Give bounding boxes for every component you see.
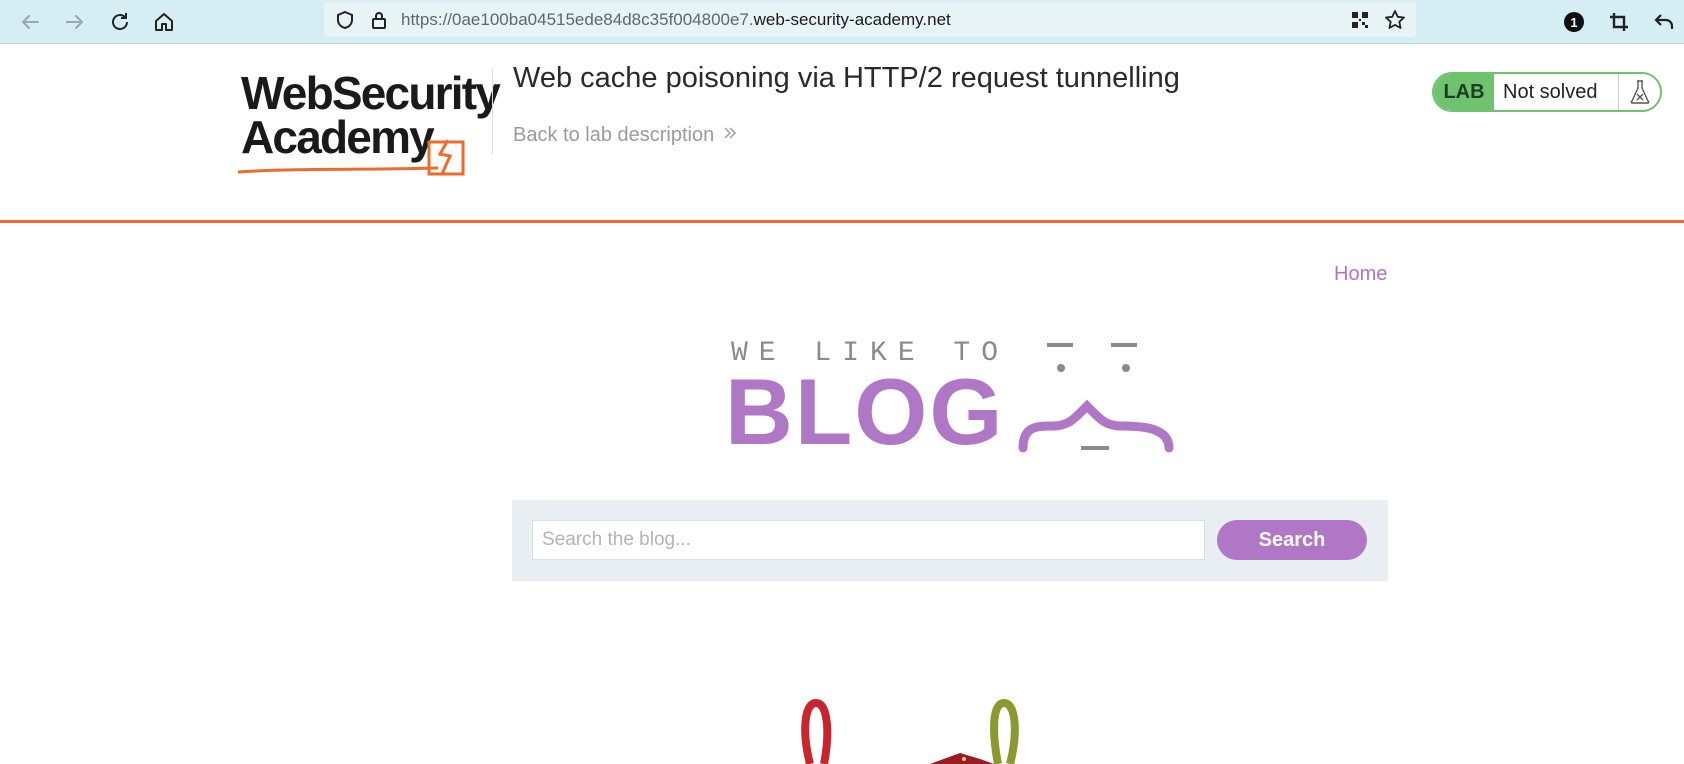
back-arrow-icon[interactable] xyxy=(14,6,46,38)
extension-badge-icon[interactable]: 1 xyxy=(1558,6,1590,38)
notification-count: 1 xyxy=(1570,15,1577,30)
search-button[interactable]: Search xyxy=(1217,520,1367,560)
blog-face-icon xyxy=(1018,343,1174,453)
search-panel: Search xyxy=(512,500,1388,581)
lab-badge: LAB xyxy=(1434,74,1494,110)
lab-status-text: Not solved xyxy=(1503,80,1598,103)
search-input[interactable] xyxy=(532,520,1205,560)
nav-home-link[interactable]: Home xyxy=(1334,263,1387,286)
header-divider xyxy=(492,68,493,154)
browser-toolbar: https://0ae100ba04515ede84d8c35f004800e7… xyxy=(0,0,1684,44)
lock-icon[interactable] xyxy=(368,9,390,31)
home-icon[interactable] xyxy=(148,6,180,38)
christmas-ornament-image-icon xyxy=(801,698,1019,764)
shield-icon[interactable] xyxy=(334,9,356,31)
lab-title: Web cache poisoning via HTTP/2 request t… xyxy=(513,62,1180,94)
url-prefix: https://0ae100ba04515ede84d8c35f004800e7… xyxy=(401,10,754,29)
undo-arrow-icon[interactable] xyxy=(1648,6,1680,38)
address-bar[interactable]: https://0ae100ba04515ede84d8c35f004800e7… xyxy=(324,2,1416,37)
reload-icon[interactable] xyxy=(104,6,136,38)
qr-code-icon[interactable] xyxy=(1349,9,1371,31)
lab-status-widget: LAB Not solved xyxy=(1432,72,1662,112)
blog-post-image[interactable] xyxy=(780,693,1040,764)
flask-icon xyxy=(1618,74,1660,110)
url-domain: web-security-academy.net xyxy=(753,10,951,29)
web-security-academy-logo[interactable]: WebSecurity Academy xyxy=(238,68,501,180)
double-chevron-right-icon xyxy=(722,124,738,147)
crop-icon[interactable] xyxy=(1603,6,1635,38)
logo-lightning-mark-icon xyxy=(238,139,465,176)
url-text[interactable]: https://0ae100ba04515ede84d8c35f004800e7… xyxy=(401,10,951,30)
back-link-label: Back to lab description xyxy=(513,124,715,146)
lab-header: WebSecurity Academy Web cache poisoning … xyxy=(0,44,1684,223)
forward-arrow-icon[interactable] xyxy=(59,6,91,38)
blog-logo: WE LIKE TO BLOG xyxy=(725,330,1175,462)
star-bookmark-icon[interactable] xyxy=(1384,9,1406,31)
back-to-lab-description-link[interactable]: Back to lab description xyxy=(513,124,738,147)
